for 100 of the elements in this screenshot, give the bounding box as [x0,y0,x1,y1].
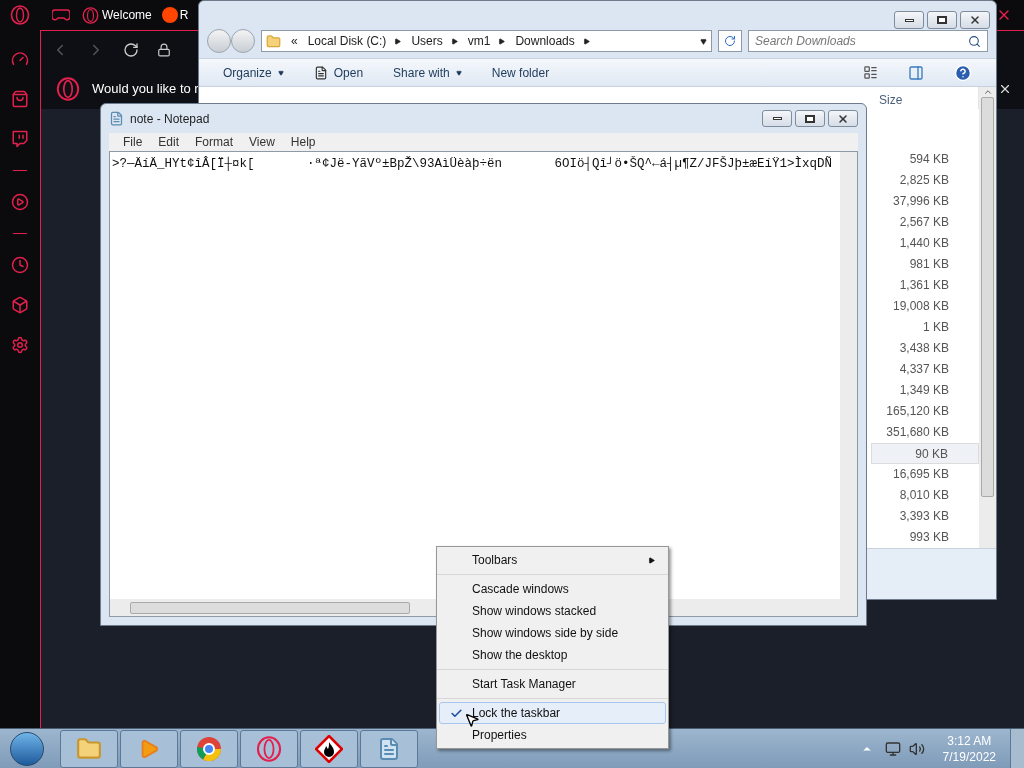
opera-icon [256,735,282,762]
document-icon [313,65,328,80]
close-button[interactable] [828,110,858,127]
caret-icon [455,69,462,76]
menu-item[interactable]: Cascade windows [439,578,666,600]
tab-title: R [179,7,189,24]
taskbar-button[interactable] [300,729,358,768]
scrollbar-thumb[interactable] [981,97,994,498]
size-cell-text: 2,825 KB [898,172,950,190]
menu-item[interactable]: Show windows side by side [439,622,666,644]
scrollbar[interactable] [840,152,857,599]
menu-item[interactable]: Edit [158,133,180,151]
menu-item[interactable]: Show the desktop [439,644,666,666]
gamepad-icon[interactable] [52,8,70,22]
window-title: note - Notepad [130,110,210,128]
scrollbar[interactable] [979,87,996,549]
speedometer-icon[interactable] [11,50,29,68]
size-cell-text: 351,680 KB [885,424,950,442]
search-field[interactable]: Search Downloads [748,30,988,52]
notepad-icon [109,111,124,126]
chrome-icon [196,735,222,762]
menu-item[interactable]: Start Task Manager [439,673,666,695]
menu-item[interactable]: Format [195,133,234,151]
twitch-icon[interactable] [11,130,29,148]
size-cell-text: 4,337 KB [898,361,950,379]
scrollbar-thumb[interactable] [130,601,410,614]
minimize-icon [772,117,782,120]
browser-tab[interactable]: Welcome [82,6,152,24]
toolbar-button[interactable]: Organize [223,63,284,82]
breadcrumb-item[interactable]: vm1 [467,32,491,50]
refresh-button[interactable] [718,30,742,52]
opera-tab-icon [82,6,99,24]
maximize-icon [937,16,947,24]
close-icon[interactable] [998,82,1012,96]
clock-icon[interactable] [11,256,29,274]
minimize-button[interactable] [762,110,792,127]
volume-icon[interactable] [908,740,925,757]
shopping-bag-icon[interactable] [11,90,29,108]
cube-icon[interactable] [11,296,29,314]
minimize-button[interactable] [894,11,924,29]
size-cell-text: 993 KB [908,529,950,547]
play-icon[interactable] [11,193,29,211]
size-cell-text: 3,393 KB [898,508,950,526]
size-cell-text: 1,440 KB [898,235,950,253]
help-icon[interactable] [954,63,972,82]
size-cell-text: 16,695 KB [891,466,950,484]
menu-item[interactable]: Toolbars [439,549,666,571]
close-icon [837,112,849,125]
size-cell-text: 1 KB [922,319,950,337]
opera-menu-icon [10,5,30,25]
refresh-icon [724,35,736,47]
maximize-button[interactable] [927,11,957,29]
opera-logo-icon [56,77,80,101]
menu-item[interactable]: Help [290,133,316,151]
search-icon [968,34,981,48]
close-button[interactable] [960,11,990,29]
size-cell-text: 1,349 KB [898,382,950,400]
show-desktop-button[interactable] [1010,728,1024,768]
start-button[interactable] [10,731,44,766]
notepad-icon [377,736,401,761]
size-cell-text: 1,361 KB [898,277,950,295]
breadcrumb-item[interactable]: Downloads [515,32,575,50]
toolbar-button[interactable]: Share with [393,63,462,82]
menu-item[interactable]: File [123,133,143,151]
network-icon[interactable] [884,740,901,757]
maximize-button[interactable] [795,110,825,127]
size-cell-text: 165,120 KB [885,403,950,421]
size-cell-text: 37,996 KB [891,193,950,211]
menu-item[interactable]: View [249,133,275,151]
flame-warning-icon [315,734,343,763]
arrow-icon[interactable] [450,37,458,45]
close-icon [969,14,981,26]
menu-item[interactable]: Lock the taskbar [439,702,666,724]
browser-tab[interactable]: R [161,6,189,24]
toolbar-button[interactable]: Open [313,63,364,82]
caret-icon [277,69,284,76]
preview-pane-icon[interactable] [908,64,924,81]
submenu-arrow-icon [648,556,655,564]
breadcrumb-item[interactable]: Users [411,32,443,50]
toolbar-button[interactable]: New folder [491,63,550,82]
dropdown-icon[interactable] [700,37,707,45]
notification-text: Would you like to r [92,80,199,99]
arrow-icon[interactable] [582,37,590,45]
overflow-chevron[interactable]: « [291,32,298,50]
size-cell-text: 594 KB [908,151,950,169]
settings-icon[interactable] [11,336,29,354]
arrow-icon[interactable] [394,37,402,45]
tab-title: Welcome [102,7,152,24]
arrow-icon[interactable] [498,37,506,45]
view-icon[interactable] [863,65,878,81]
size-cell-text: 19,008 KB [891,298,950,316]
size-cell-text: 3,438 KB [898,340,950,358]
menu-item[interactable]: Properties [439,724,666,746]
address-bar[interactable]: « Local Disk (C:) Users vm1 Downloads [261,30,712,52]
folder-icon [76,735,102,762]
minimize-icon [904,18,914,22]
folder-icon [266,33,281,49]
breadcrumb-item[interactable]: Local Disk (C:) [307,32,387,50]
size-cell: 90 KB [871,443,979,465]
reload-icon[interactable] [123,42,139,58]
